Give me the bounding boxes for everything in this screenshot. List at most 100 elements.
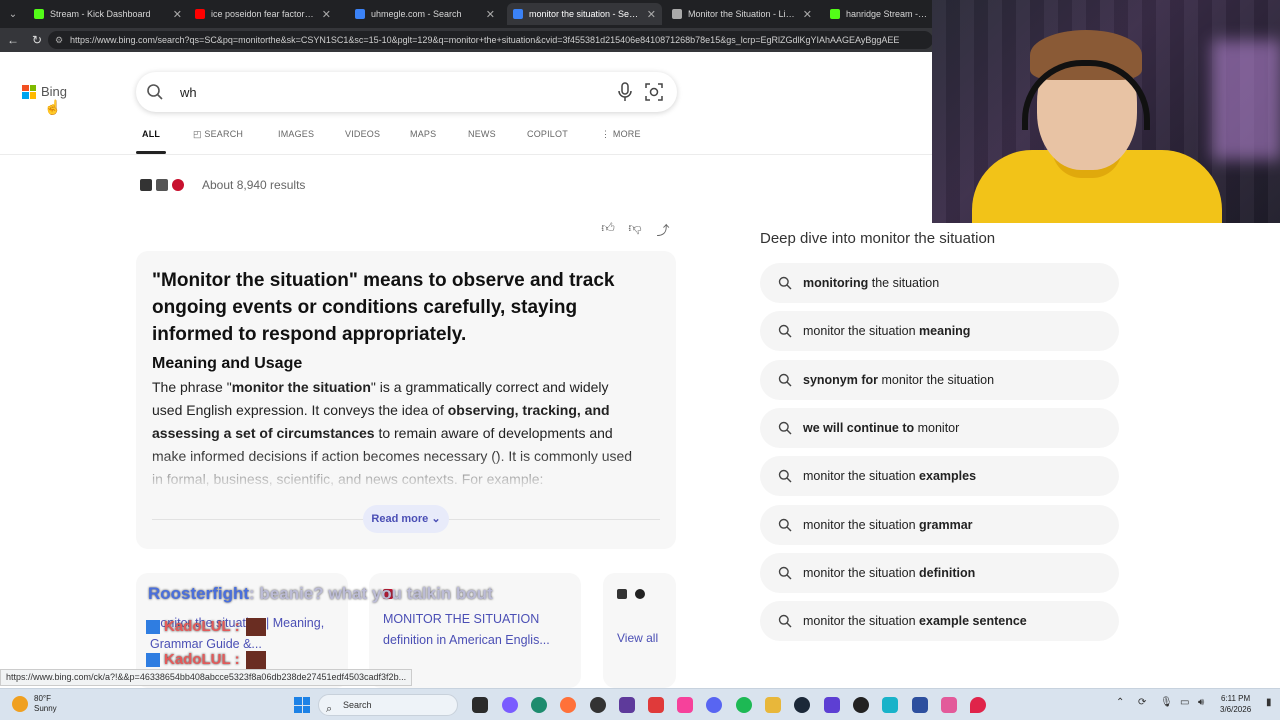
thumbs-up-icon[interactable]: 👍︎ — [600, 220, 616, 236]
more-dots-icon: ⋮ — [601, 129, 613, 139]
app-icon[interactable] — [824, 697, 840, 713]
spotify-icon[interactable] — [736, 697, 752, 713]
task-view-icon[interactable] — [472, 697, 488, 713]
close-tab-icon[interactable]: ✕ — [803, 8, 812, 21]
suggestion-text: the situation — [868, 276, 940, 290]
app-icon[interactable] — [648, 697, 664, 713]
thumbs-down-icon[interactable]: 👎︎ — [627, 220, 643, 236]
notification-icon[interactable]: ▮ — [1266, 697, 1272, 708]
close-tab-icon[interactable]: ✕ — [647, 8, 656, 21]
view-all-link[interactable]: View all — [617, 631, 658, 645]
bing-logo-text: Bing — [41, 84, 68, 99]
scope-maps[interactable]: MAPS — [410, 129, 436, 139]
close-tab-icon[interactable]: ✕ — [486, 8, 495, 21]
related-search-pill[interactable]: monitoring the situation — [760, 263, 1119, 303]
tab-search-menu-icon[interactable]: ⌄ — [4, 5, 22, 23]
tab-title: hanridge Stream - W — [846, 9, 928, 19]
back-arrow-icon[interactable]: ← — [5, 32, 21, 48]
related-search-pill[interactable]: synonym for monitor the situation — [760, 359, 1119, 400]
related-search-pill[interactable]: monitor the situation examples — [760, 456, 1119, 497]
scope-search[interactable]: ◰ SEARCH — [193, 129, 243, 140]
search-box — [136, 72, 677, 112]
view-all-card[interactable]: View all — [603, 573, 676, 688]
windows-taskbar: 80°F Sunny ⌕ Search ⌃ ⟳ 🎙︎ ▭ 🔊︎ 6:11 PM 3/6… — [0, 688, 1280, 720]
microphone-icon[interactable]: 🎙︎ — [1160, 697, 1173, 708]
microphone-icon[interactable] — [616, 82, 634, 102]
fx-app-icon[interactable] — [912, 697, 928, 713]
suggestion-bold: synonym for — [803, 372, 879, 387]
scope-news[interactable]: NEWS — [468, 129, 496, 139]
chevron-down-icon: ⌄ — [431, 513, 441, 525]
visual-search-icon[interactable] — [644, 82, 664, 102]
related-search-pill[interactable]: monitor the situation meaning — [760, 311, 1119, 352]
bing-logo[interactable]: Bing — [22, 84, 67, 99]
related-search-pill[interactable]: monitor the situation example sentence — [760, 601, 1119, 642]
sync-icon[interactable]: ⟳ — [1138, 697, 1146, 708]
obs-icon[interactable] — [853, 697, 869, 713]
edge-icon[interactable] — [531, 697, 547, 713]
related-search-pill[interactable]: monitor the situation definition — [760, 552, 1119, 593]
results-count-row: About 8,940 results — [140, 178, 305, 192]
maps-pin-icon[interactable] — [970, 697, 986, 713]
search-input[interactable] — [178, 81, 598, 103]
system-clock[interactable]: 6:11 PM 3/6/2026 — [1220, 693, 1251, 715]
suggestion-text: monitor the situation — [803, 614, 920, 629]
stream-chat-message: KadoLUL : — [146, 618, 266, 637]
browser-tab[interactable]: monitor the situation - Search ✕ — [507, 3, 662, 25]
scope-images[interactable]: IMAGES — [278, 129, 314, 139]
close-tab-icon[interactable]: ✕ — [322, 8, 331, 21]
source-title: MONITOR THE SITUATION definition in Amer… — [383, 612, 550, 647]
suggestion-text: monitor the situation — [878, 372, 995, 387]
scope-more-label: MORE — [612, 129, 641, 139]
discord-icon[interactable] — [706, 697, 722, 713]
scope-videos[interactable]: VIDEOS — [345, 129, 380, 139]
tab-favicon-icon — [672, 9, 682, 19]
site-info-icon[interactable]: ⚙ — [55, 31, 63, 49]
taskbar-search[interactable]: ⌕ Search — [318, 694, 458, 716]
status-url-tooltip: https://www.bing.com/ck/a?!&&p=46338654b… — [0, 669, 413, 686]
suggestion-text: monitor the situation — [803, 469, 920, 484]
chat-username: KadoLUL — [164, 651, 231, 668]
file-explorer-icon[interactable] — [765, 697, 781, 713]
steam-icon[interactable] — [794, 697, 810, 713]
browser-tab[interactable]: uhmegle.com - Search ✕ — [349, 3, 501, 25]
deep-dive-title: Deep dive into monitor the situation — [760, 230, 996, 247]
chat-separator: : — [234, 651, 240, 668]
firefox-icon[interactable] — [560, 697, 576, 713]
browser-tab[interactable]: hanridge Stream - W — [824, 3, 934, 25]
header-divider — [0, 154, 932, 155]
network-icon[interactable]: ▭ — [1180, 697, 1189, 708]
volume-icon[interactable]: 🔊︎ — [1198, 697, 1204, 708]
scope-all[interactable]: ALL — [142, 129, 160, 139]
browser-tab[interactable]: ice poseidon fear factor - YouTube ✕ — [189, 3, 337, 25]
copilot-icon[interactable] — [502, 697, 518, 713]
answer-title: "Monitor the situation" means to observe… — [152, 270, 615, 345]
related-search-pill[interactable]: we will continue to monitor — [760, 407, 1119, 448]
close-tab-icon[interactable]: ✕ — [173, 8, 182, 21]
chrome-icon[interactable] — [590, 697, 606, 713]
weather-widget[interactable]: 80°F Sunny — [12, 694, 57, 714]
related-search-pill[interactable]: monitor the situation grammar — [760, 504, 1119, 545]
search-icon — [778, 325, 792, 338]
url-field[interactable]: ⚙ https://www.bing.com/search?qs=SC&pq=m… — [48, 31, 933, 49]
app-icon[interactable] — [882, 697, 898, 713]
scope-copilot[interactable]: COPILOT — [527, 129, 568, 139]
start-button[interactable] — [294, 697, 310, 713]
scope-more[interactable]: ⋮ MORE — [601, 129, 641, 140]
copilot-search-icon: ◰ — [193, 129, 205, 139]
app-icon[interactable] — [619, 697, 635, 713]
share-icon[interactable]: ⤴ — [655, 220, 671, 238]
reload-icon[interactable]: ↻ — [29, 32, 45, 48]
app-icon[interactable] — [941, 697, 957, 713]
browser-tab[interactable]: Stream - Kick Dashboard ✕ — [28, 3, 188, 25]
search-icon — [778, 518, 792, 531]
browser-tab[interactable]: Monitor the Situation - Live Globa ✕ — [666, 3, 818, 25]
music-icon[interactable] — [677, 697, 693, 713]
chat-badge-icon — [146, 620, 160, 635]
answer-text: The phrase " — [152, 379, 232, 395]
chevron-up-icon[interactable]: ⌃ — [1116, 697, 1124, 708]
chat-badge-icon — [146, 653, 160, 668]
read-more-button[interactable]: Read more ⌄ — [363, 505, 449, 533]
suggestion-bold: example sentence — [919, 614, 1027, 629]
suggestion-bold: we will continue to — [803, 420, 915, 435]
